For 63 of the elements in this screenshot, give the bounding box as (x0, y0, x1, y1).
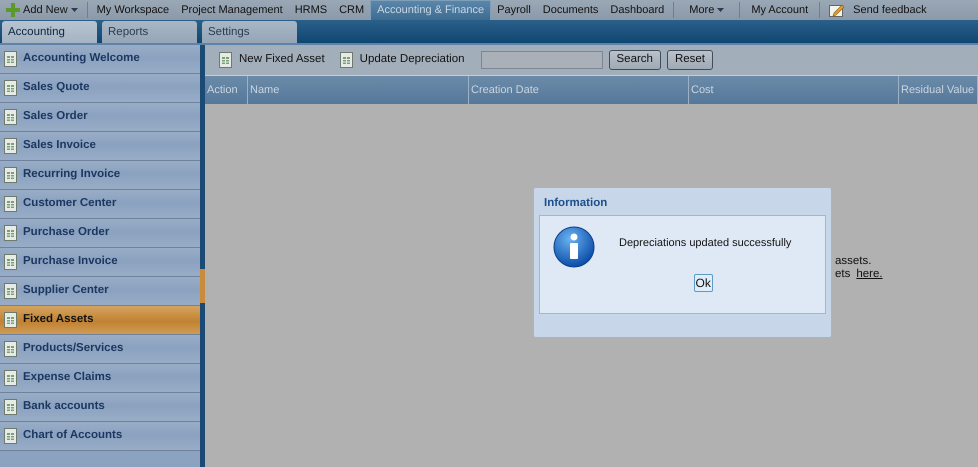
document-icon (3, 167, 19, 183)
document-icon (3, 428, 19, 444)
sidebar-item[interactable]: Chart of Accounts (0, 422, 200, 451)
sidebar-item[interactable]: Purchase Order (0, 219, 200, 248)
sidebar-item[interactable]: Supplier Center (0, 277, 200, 306)
document-icon (3, 138, 19, 154)
sub-tab[interactable]: Settings (202, 21, 297, 43)
document-icon (3, 254, 19, 270)
nav-tab[interactable]: HRMS (288, 0, 334, 20)
message-text: ets (835, 268, 850, 281)
document-icon (3, 51, 19, 67)
nav-tab[interactable]: Documents (536, 0, 604, 20)
column-header: Action (205, 76, 248, 104)
here-link[interactable]: here. (856, 268, 883, 281)
document-icon (3, 80, 19, 96)
note-icon (829, 3, 846, 17)
ok-button[interactable]: Ok (694, 274, 713, 292)
search-field[interactable] (480, 51, 602, 69)
dialog-message: Depreciations updated successfully (619, 236, 792, 251)
sidebar-item[interactable]: Customer Center (0, 190, 200, 219)
nav-tab[interactable]: Project Management (175, 0, 289, 20)
more-menu[interactable]: More (677, 0, 736, 20)
document-icon (3, 109, 19, 125)
column-header: Name (248, 76, 469, 104)
column-header: Residual Value (899, 76, 978, 104)
message-text: assets. (835, 255, 872, 268)
caret-icon (70, 8, 78, 12)
document-icon (3, 370, 19, 386)
nav-tab[interactable]: Dashboard (604, 0, 670, 20)
feedback-link[interactable]: Send feedback (823, 0, 933, 20)
sidebar-item[interactable]: Products/Services (0, 335, 200, 364)
plus-icon (6, 3, 20, 17)
sidebar-item[interactable]: Expense Claims (0, 364, 200, 393)
sub-tab[interactable]: Accounting (2, 21, 97, 43)
document-icon (218, 52, 234, 68)
document-icon (3, 196, 19, 212)
nav-tab[interactable]: My Workspace (90, 0, 176, 20)
sidebar-item[interactable]: Bank accounts (0, 393, 200, 422)
document-icon (338, 52, 355, 68)
search-button[interactable]: Search (608, 50, 661, 70)
sidebar-item[interactable]: Recurring Invoice (0, 161, 200, 190)
caret-icon (717, 8, 724, 12)
column-header: Creation Date (469, 76, 689, 104)
reset-button[interactable]: Reset (666, 50, 713, 70)
splitter-handle[interactable] (200, 269, 205, 303)
sidebar-item[interactable]: Accounting Welcome (0, 45, 200, 74)
sub-tab[interactable]: Reports (102, 21, 197, 43)
column-header: Cost (689, 76, 899, 104)
toolbar-button[interactable]: New Fixed Asset (214, 51, 329, 69)
nav-tab[interactable]: Payroll (491, 0, 537, 20)
document-icon (3, 341, 19, 357)
account-link[interactable]: My Account (743, 0, 816, 20)
add-new-menu[interactable]: Add New (0, 0, 84, 20)
sidebar-item[interactable]: Fixed Assets (0, 306, 200, 335)
nav-tab[interactable]: CRM (333, 0, 370, 20)
toolbar-button[interactable]: Update Depreciation (334, 51, 468, 69)
document-icon (3, 312, 19, 328)
document-icon (3, 225, 19, 241)
info-icon (553, 226, 595, 268)
sidebar-item[interactable]: Purchase Invoice (0, 248, 200, 277)
dialog-title: Information (543, 196, 608, 211)
document-icon (3, 399, 19, 415)
document-icon (3, 283, 19, 299)
